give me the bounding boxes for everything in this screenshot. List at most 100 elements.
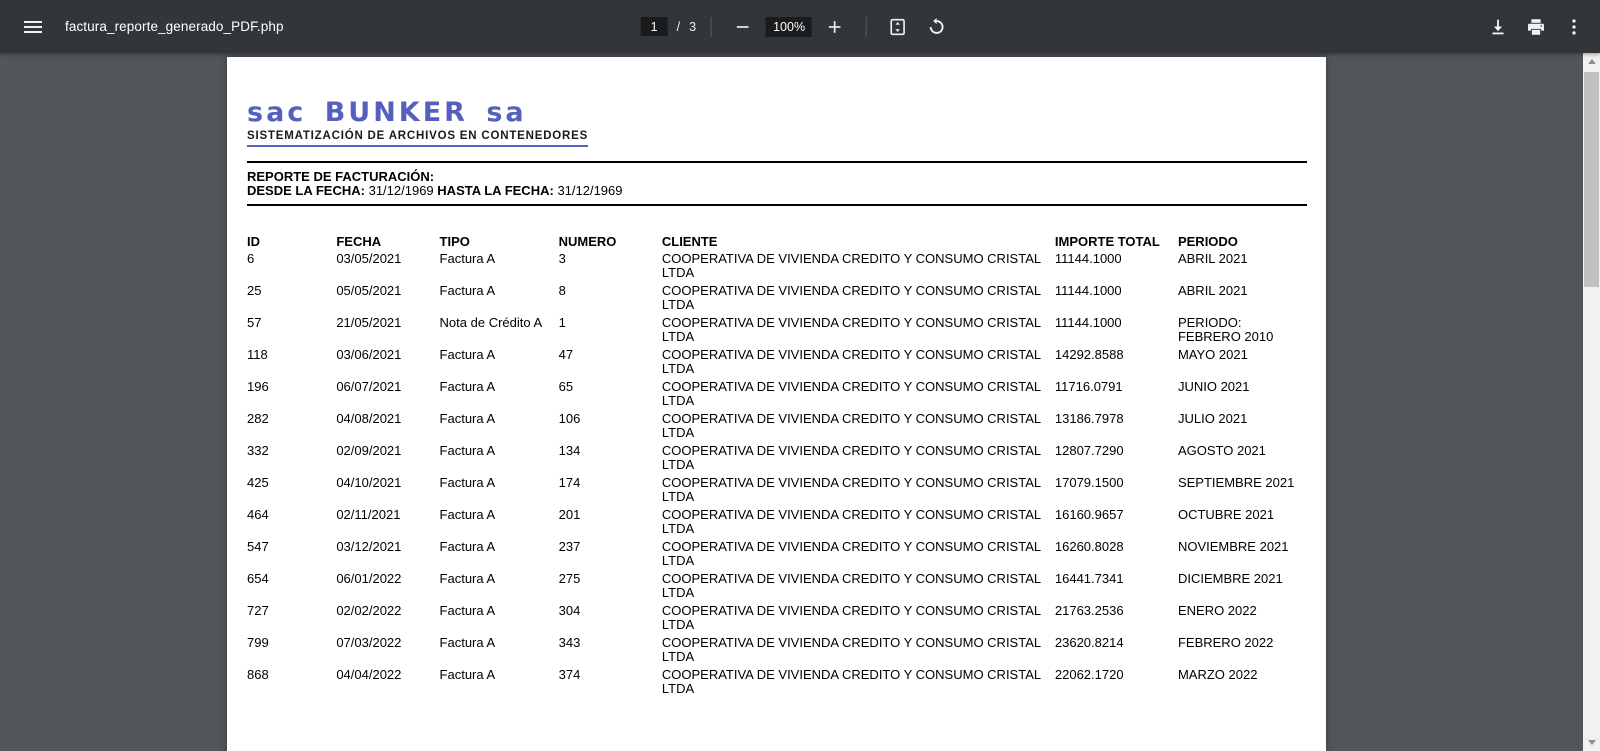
invoice-table-header: ID FECHA TIPO NUMERO CLIENTE IMPORTE TOT…: [247, 235, 1307, 249]
vertical-scrollbar[interactable]: [1583, 53, 1600, 751]
header-numero: NUMERO: [559, 235, 662, 249]
cell-cliente: COOPERATIVA DE VIVIENDA CREDITO Y CONSUM…: [662, 252, 1055, 280]
cell-cliente: COOPERATIVA DE VIVIENDA CREDITO Y CONSUM…: [662, 572, 1055, 600]
report-title: REPORTE DE FACTURACIÓN:: [247, 170, 1307, 184]
cell-tipo: Factura A: [440, 412, 559, 426]
cell-cliente: COOPERATIVA DE VIVIENDA CREDITO Y CONSUM…: [662, 412, 1055, 440]
cell-importe: 22062.1720: [1055, 668, 1178, 682]
table-row: 57 21/05/2021 Nota de Crédito A 1 COOPER…: [247, 316, 1307, 344]
cell-fecha: 04/08/2021: [336, 412, 439, 426]
cell-id: 799: [247, 636, 336, 650]
table-row: 868 04/04/2022 Factura A 374 COOPERATIVA…: [247, 668, 1307, 696]
table-row: 425 04/10/2021 Factura A 174 COOPERATIVA…: [247, 476, 1307, 504]
cell-numero: 237: [559, 540, 662, 554]
from-date-label: DESDE LA FECHA:: [247, 183, 365, 198]
cell-periodo: SEPTIEMBRE 2021: [1178, 476, 1307, 490]
header-tipo: TIPO: [440, 235, 559, 249]
cell-cliente: COOPERATIVA DE VIVIENDA CREDITO Y CONSUM…: [662, 316, 1055, 344]
cell-id: 57: [247, 316, 336, 330]
cell-importe: 16160.9657: [1055, 508, 1178, 522]
cell-fecha: 04/10/2021: [336, 476, 439, 490]
more-vert-icon[interactable]: [1558, 11, 1590, 43]
to-date-value: 31/12/1969: [557, 183, 622, 198]
cell-cliente: COOPERATIVA DE VIVIENDA CREDITO Y CONSUM…: [662, 508, 1055, 536]
cell-fecha: 03/12/2021: [336, 540, 439, 554]
cell-numero: 275: [559, 572, 662, 586]
from-date-value: 31/12/1969: [369, 183, 434, 198]
cell-tipo: Factura A: [440, 508, 559, 522]
zoom-in-icon[interactable]: [819, 11, 851, 43]
table-row: 282 04/08/2021 Factura A 106 COOPERATIVA…: [247, 412, 1307, 440]
cell-numero: 65: [559, 380, 662, 394]
cell-periodo: ABRIL 2021: [1178, 252, 1307, 266]
pdf-viewer-area: sac BUNKER sa SISTEMATIZACIÓN DE ARCHIVO…: [0, 53, 1583, 751]
menu-icon[interactable]: [17, 11, 49, 43]
header-importe-total: IMPORTE TOTAL: [1055, 235, 1178, 249]
cell-fecha: 02/11/2021: [336, 508, 439, 522]
cell-fecha: 06/01/2022: [336, 572, 439, 586]
print-icon[interactable]: [1520, 11, 1552, 43]
cell-periodo: JULIO 2021: [1178, 412, 1307, 426]
cell-numero: 134: [559, 444, 662, 458]
cell-tipo: Nota de Crédito A: [440, 316, 559, 330]
cell-id: 654: [247, 572, 336, 586]
document-filename: factura_reporte_generado_PDF.php: [65, 19, 284, 34]
download-icon[interactable]: [1482, 11, 1514, 43]
scroll-down-icon[interactable]: [1583, 734, 1600, 751]
cell-id: 282: [247, 412, 336, 426]
cell-importe: 16441.7341: [1055, 572, 1178, 586]
cell-tipo: Factura A: [440, 284, 559, 298]
cell-importe: 11716.0791: [1055, 380, 1178, 394]
cell-periodo: JUNIO 2021: [1178, 380, 1307, 394]
page-number-input[interactable]: [641, 17, 668, 36]
cell-cliente: COOPERATIVA DE VIVIENDA CREDITO Y CONSUM…: [662, 348, 1055, 376]
table-row: 547 03/12/2021 Factura A 237 COOPERATIVA…: [247, 540, 1307, 568]
cell-fecha: 03/06/2021: [336, 348, 439, 362]
pdf-page: sac BUNKER sa SISTEMATIZACIÓN DE ARCHIVO…: [227, 57, 1326, 751]
toolbar-right: [1482, 11, 1600, 43]
rotate-ccw-icon[interactable]: [921, 11, 953, 43]
cell-periodo: MARZO 2022: [1178, 668, 1307, 682]
cell-tipo: Factura A: [440, 668, 559, 682]
table-row: 196 06/07/2021 Factura A 65 COOPERATIVA …: [247, 380, 1307, 408]
cell-importe: 14292.8588: [1055, 348, 1178, 362]
report-date-range: DESDE LA FECHA: 31/12/1969 HASTA LA FECH…: [247, 184, 1307, 198]
cell-importe: 16260.8028: [1055, 540, 1178, 554]
table-row: 118 03/06/2021 Factura A 47 COOPERATIVA …: [247, 348, 1307, 376]
cell-periodo: PERIODO: FEBRERO 2010: [1178, 316, 1307, 344]
cell-numero: 304: [559, 604, 662, 618]
cell-id: 25: [247, 284, 336, 298]
divider-bottom: [247, 204, 1307, 206]
company-logo-tagline: SISTEMATIZACIÓN DE ARCHIVOS EN CONTENEDO…: [247, 130, 588, 147]
to-date-label: HASTA LA FECHA:: [437, 183, 554, 198]
cell-fecha: 02/09/2021: [336, 444, 439, 458]
scroll-up-icon[interactable]: [1583, 53, 1600, 70]
cell-periodo: AGOSTO 2021: [1178, 444, 1307, 458]
zoom-level: 100%: [766, 17, 812, 37]
cell-numero: 343: [559, 636, 662, 650]
toolbar-left: factura_reporte_generado_PDF.php: [0, 11, 284, 43]
cell-cliente: COOPERATIVA DE VIVIENDA CREDITO Y CONSUM…: [662, 284, 1055, 312]
cell-fecha: 04/04/2022: [336, 668, 439, 682]
cell-numero: 47: [559, 348, 662, 362]
header-cliente: CLIENTE: [662, 235, 1055, 249]
fit-page-icon[interactable]: [882, 11, 914, 43]
cell-cliente: COOPERATIVA DE VIVIENDA CREDITO Y CONSUM…: [662, 380, 1055, 408]
cell-cliente: COOPERATIVA DE VIVIENDA CREDITO Y CONSUM…: [662, 668, 1055, 696]
toolbar-center: / 3 100%: [641, 0, 953, 53]
table-row: 25 05/05/2021 Factura A 8 COOPERATIVA DE…: [247, 284, 1307, 312]
page-divider: /: [677, 20, 680, 34]
cell-tipo: Factura A: [440, 636, 559, 650]
zoom-out-icon[interactable]: [727, 11, 759, 43]
cell-fecha: 02/02/2022: [336, 604, 439, 618]
cell-numero: 174: [559, 476, 662, 490]
header-periodo: PERIODO: [1178, 235, 1307, 249]
table-row: 464 02/11/2021 Factura A 201 COOPERATIVA…: [247, 508, 1307, 536]
cell-importe: 21763.2536: [1055, 604, 1178, 618]
cell-importe: 13186.7978: [1055, 412, 1178, 426]
cell-tipo: Factura A: [440, 252, 559, 266]
cell-importe: 23620.8214: [1055, 636, 1178, 650]
scrollbar-thumb[interactable]: [1584, 72, 1599, 287]
invoice-table-body: 6 03/05/2021 Factura A 3 COOPERATIVA DE …: [247, 252, 1307, 696]
cell-id: 118: [247, 348, 336, 362]
